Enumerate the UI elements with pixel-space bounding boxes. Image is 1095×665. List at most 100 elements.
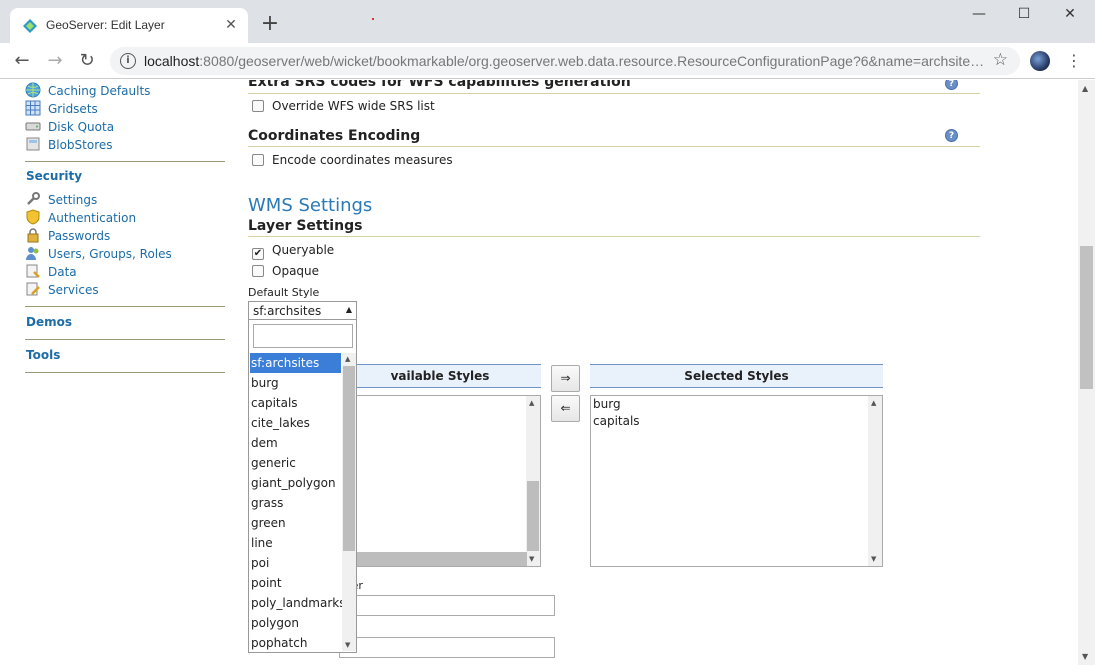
- sidebar-item-disk-quota[interactable]: Disk Quota: [25, 118, 114, 136]
- reload-icon[interactable]: ↻: [77, 51, 97, 71]
- page-scrollbar[interactable]: ▲ ▼: [1078, 80, 1095, 665]
- default-style-dropdown: sf:archsites burg capitals cite_lakes dem gen…: [248, 319, 357, 653]
- data-icon: [26, 264, 40, 278]
- close-tab-icon[interactable]: ✕: [222, 16, 240, 34]
- encode-coords-checkbox[interactable]: [252, 154, 264, 166]
- available-styles-scrollbar[interactable]: ▲ ▼: [526, 396, 540, 566]
- buffer-input[interactable]: [339, 595, 555, 616]
- dropdown-option[interactable]: generic: [250, 453, 341, 473]
- profile-avatar[interactable]: [1030, 51, 1050, 71]
- dropdown-search-input[interactable]: [253, 324, 353, 348]
- wms-settings-title: WMS Settings: [248, 195, 373, 216]
- url-host: localhost: [144, 53, 200, 69]
- available-styles-list[interactable]: ▲ ▼: [339, 395, 541, 567]
- override-srs-checkbox[interactable]: [252, 100, 264, 112]
- available-styles-header: vailable Styles: [339, 364, 541, 388]
- sidebar-item-passwords[interactable]: Passwords: [25, 227, 110, 245]
- window-close-button[interactable]: ✕: [1058, 6, 1082, 26]
- site-info-icon[interactable]: i: [120, 53, 136, 69]
- minimize-button[interactable]: —: [967, 6, 991, 26]
- maximize-button[interactable]: ☐: [1012, 6, 1036, 26]
- list-item[interactable]: capitals: [591, 413, 882, 430]
- move-right-button[interactable]: ⇒: [551, 365, 580, 392]
- dropdown-option[interactable]: sf:archsites: [250, 353, 341, 373]
- text-input[interactable]: [339, 637, 555, 658]
- shield-icon: [26, 209, 40, 225]
- dropdown-option[interactable]: polygon: [250, 613, 341, 633]
- section-rule: [248, 146, 980, 147]
- layer-settings-title: Layer Settings: [248, 218, 363, 234]
- dropdown-option[interactable]: point: [250, 573, 341, 593]
- dropdown-option[interactable]: poly_landmarks: [250, 593, 345, 613]
- sidebar-divider: [25, 372, 225, 373]
- main-content: Extra SRS codes for WFS capabilities gen…: [248, 80, 980, 665]
- list-item[interactable]: burg: [591, 396, 882, 413]
- help-icon[interactable]: ?: [945, 129, 958, 142]
- section-rule: [248, 93, 980, 94]
- move-left-button[interactable]: ⇐: [551, 395, 580, 422]
- geoserver-favicon-icon: [23, 19, 37, 33]
- scroll-thumb[interactable]: [343, 366, 355, 551]
- dropdown-option[interactable]: grass: [250, 493, 341, 513]
- sidebar-item-gridsets[interactable]: Gridsets: [25, 100, 98, 118]
- sidebar-item-authentication[interactable]: Authentication: [25, 209, 136, 227]
- dropdown-option[interactable]: pophatch: [250, 633, 341, 653]
- sidebar-divider: [25, 161, 225, 162]
- forward-arrow-icon[interactable]: →: [45, 51, 65, 71]
- sidebar-item-data[interactable]: Data: [25, 263, 77, 281]
- encode-coords-row[interactable]: Encode coordinates measures: [252, 153, 453, 169]
- new-tab-button[interactable]: +: [258, 13, 282, 37]
- dropdown-option[interactable]: giant_polygon: [250, 473, 341, 493]
- section-rule: [248, 236, 980, 237]
- sidebar-divider: [25, 306, 225, 307]
- horizontal-scrollbar[interactable]: [340, 552, 527, 566]
- sidebar-heading-security[interactable]: Security: [26, 169, 82, 183]
- bookmark-star-icon[interactable]: ☆: [993, 50, 1008, 70]
- sidebar-divider: [25, 339, 225, 340]
- lock-icon: [27, 228, 39, 243]
- back-arrow-icon[interactable]: ←: [12, 51, 32, 71]
- url-omnibox[interactable]: i localhost:8080/geoserver/web/wicket/bo…: [110, 47, 1020, 75]
- dropdown-scrollbar[interactable]: ▲ ▼: [342, 353, 356, 651]
- dropdown-option[interactable]: line: [250, 533, 341, 553]
- page-scroll-thumb[interactable]: [1080, 246, 1093, 389]
- url-text[interactable]: localhost:8080/geoserver/web/wicket/book…: [144, 53, 984, 69]
- url-path: :8080/geoserver/web/wicket/bookmarkable/…: [199, 53, 984, 69]
- sidebar-item-users-groups-roles[interactable]: Users, Groups, Roles: [25, 245, 172, 263]
- users-icon: [26, 247, 39, 260]
- override-srs-row[interactable]: Override WFS wide SRS list: [252, 99, 435, 115]
- coordinates-encoding-title: Coordinates Encoding: [248, 128, 421, 144]
- opaque-checkbox[interactable]: [252, 265, 264, 277]
- sidebar-item-blobstores[interactable]: BlobStores: [25, 136, 113, 154]
- sidebar-item-caching-defaults[interactable]: Caching Defaults: [25, 82, 150, 100]
- help-icon[interactable]: ?: [945, 80, 958, 90]
- selected-styles-list[interactable]: burg capitals ▲ ▼: [590, 395, 883, 567]
- dropdown-option[interactable]: cite_lakes: [250, 413, 341, 433]
- services-icon: [26, 282, 40, 296]
- sidebar-item-services[interactable]: Services: [25, 281, 99, 299]
- dropdown-option[interactable]: dem: [250, 433, 341, 453]
- extra-srs-title: Extra SRS codes for WFS capabilities gen…: [248, 80, 631, 90]
- globe-icon: [25, 82, 41, 98]
- default-style-label: Default Style: [248, 286, 320, 299]
- disk-icon: [25, 122, 41, 131]
- dropdown-options: sf:archsites burg capitals cite_lakes dem gen…: [250, 353, 345, 653]
- default-style-select[interactable]: sf:archsites ▲: [248, 301, 357, 320]
- dropdown-option[interactable]: green: [250, 513, 341, 533]
- address-bar-row: ← → ↻ i localhost:8080/geoserver/web/wic…: [0, 43, 1095, 79]
- dropdown-option[interactable]: poi: [250, 553, 341, 573]
- browser-tab[interactable]: GeoServer: Edit Layer ✕: [10, 8, 248, 43]
- queryable-checkbox[interactable]: ✔: [252, 248, 264, 260]
- sidebar-heading-tools[interactable]: Tools: [26, 348, 60, 362]
- wrench-icon: [27, 192, 40, 205]
- opaque-row[interactable]: Opaque: [252, 264, 319, 280]
- queryable-row[interactable]: ✔ Queryable: [252, 243, 334, 260]
- scroll-thumb[interactable]: [527, 481, 539, 551]
- dropdown-option[interactable]: burg: [250, 373, 341, 393]
- selected-styles-header: Selected Styles: [590, 364, 883, 388]
- sidebar-heading-demos[interactable]: Demos: [26, 315, 72, 329]
- dropdown-option[interactable]: capitals: [250, 393, 341, 413]
- sidebar-item-settings[interactable]: Settings: [25, 191, 97, 209]
- browser-menu-icon[interactable]: ⋮: [1066, 50, 1082, 72]
- selected-styles-scrollbar[interactable]: ▲ ▼: [868, 396, 882, 566]
